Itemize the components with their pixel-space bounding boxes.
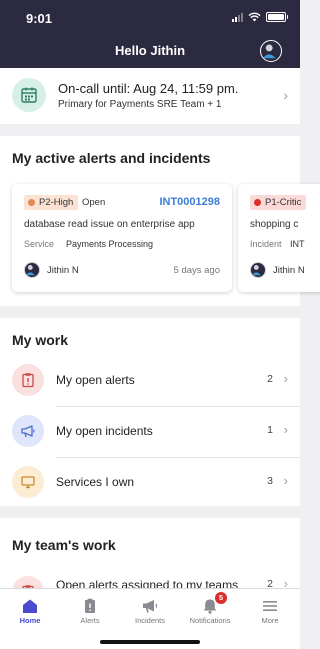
oncall-subtitle: Primary for Payments SRE Team + 1 — [58, 99, 222, 110]
row-count: 1 — [267, 424, 273, 436]
notification-badge: 5 — [215, 592, 227, 604]
battery-icon — [266, 12, 288, 22]
user-avatar-icon — [24, 262, 40, 278]
app-header: 9:01 Hello Jithin — [0, 0, 300, 68]
greeting-title: Hello Jithin — [114, 43, 186, 58]
incident-number[interactable]: INT0001298 — [159, 196, 220, 208]
services-i-own-row[interactable]: Services I own 3 › — [0, 458, 300, 509]
wifi-icon — [248, 12, 261, 22]
calendar-icon — [12, 78, 46, 112]
oncall-title: On-call until: Aug 24, 11:59 pm. — [58, 81, 239, 96]
tab-label: Home — [19, 616, 41, 625]
user-avatar-icon — [250, 262, 266, 278]
chevron-right-icon: › — [283, 371, 288, 386]
service-value: Payments Processing — [66, 239, 154, 249]
my-open-alerts-row[interactable]: My open alerts 2 › — [0, 356, 300, 407]
time-ago: 5 days ago — [173, 265, 220, 276]
team-work-section: My team's work Open alerts assigned to m… — [0, 518, 300, 608]
assigned-user: Jithin N — [273, 265, 305, 276]
chevron-right-icon: › — [283, 422, 288, 437]
row-label: Services I own — [56, 475, 135, 489]
megaphone-icon — [143, 600, 158, 613]
tab-label: Alerts — [80, 616, 100, 625]
profile-avatar[interactable] — [260, 40, 282, 62]
row-label: My open incidents — [56, 424, 153, 438]
incident-description: shopping c — [250, 219, 299, 230]
oncall-banner[interactable]: On-call until: Aug 24, 11:59 pm. Primary… — [0, 68, 300, 124]
tab-label: Notifications — [189, 616, 231, 625]
row-count: 2 — [267, 373, 273, 385]
priority-badge: P2-High — [24, 195, 79, 210]
section-title: My team's work — [12, 537, 116, 553]
priority-badge: P1-Critic — [250, 195, 307, 210]
active-alerts-section: My active alerts and incidents P2-High O… — [0, 136, 320, 306]
incident-description: database read issue on enterprise app — [24, 219, 195, 230]
megaphone-icon — [12, 415, 44, 447]
service-label: Service — [24, 239, 55, 249]
incident-card[interactable]: P1-Critic shopping c Incident INT Jithin… — [238, 184, 320, 292]
tab-label: Incidents — [134, 616, 166, 625]
status-icons — [232, 12, 288, 22]
section-title: My active alerts and incidents — [12, 150, 211, 166]
service-label: Incident — [250, 239, 282, 249]
tab-home[interactable]: Home — [0, 589, 60, 649]
priority-dot — [28, 199, 35, 206]
cellular-signal-icon — [232, 12, 243, 22]
chevron-right-icon: › — [283, 87, 288, 103]
priority-label: P1-Critic — [265, 197, 302, 208]
status-time: 9:01 — [26, 11, 53, 26]
assigned-user: Jithin N — [47, 265, 79, 276]
state-label: Open — [82, 197, 106, 208]
chevron-right-icon: › — [283, 473, 288, 488]
home-icon — [23, 599, 37, 613]
tab-more[interactable]: More — [240, 589, 300, 649]
home-indicator — [100, 640, 200, 644]
alert-clipboard-icon — [12, 364, 44, 396]
menu-icon — [263, 601, 277, 611]
my-work-section: My work My open alerts 2 › My open incid… — [0, 318, 300, 506]
my-open-incidents-row[interactable]: My open incidents 1 › — [0, 407, 300, 458]
priority-dot — [254, 199, 261, 206]
monitor-icon — [12, 466, 44, 498]
section-title: My work — [12, 332, 69, 348]
priority-label: P2-High — [39, 197, 74, 208]
row-count: 3 — [267, 475, 273, 487]
incident-card[interactable]: P2-High Open INT0001298 database read is… — [12, 184, 232, 292]
row-label: My open alerts — [56, 373, 135, 387]
user-avatar-icon — [262, 44, 276, 59]
tab-label: More — [261, 616, 279, 625]
alert-clipboard-icon — [85, 598, 95, 613]
service-value: INT — [290, 239, 305, 249]
